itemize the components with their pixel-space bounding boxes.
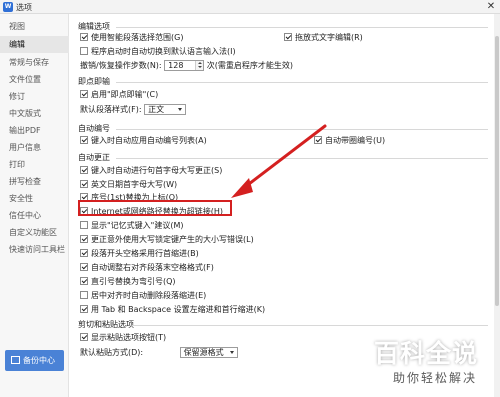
checkbox[interactable] [80, 333, 88, 341]
autocorrect-label: 更正意外使用大写锁定键产生的大小写错误(L) [91, 235, 254, 244]
default-style-label: 默认段落样式(F): [80, 105, 142, 114]
autocorrect-label: 英文日期首字母大写(W) [91, 180, 178, 189]
backup-center-label: 备份中心 [23, 356, 55, 365]
sidebar-item-customize-ribbon[interactable]: 自定义功能区 [0, 224, 69, 241]
autocorrect-option[interactable]: 段落开头空格采用行首缩进(B) [80, 248, 199, 260]
autocorrect-label: 用 Tab 和 Backspace 设置左缩进和首行缩进(K) [91, 305, 266, 314]
checkbox[interactable] [80, 90, 88, 98]
auto-list-label: 键入时自动应用自动编号列表(A) [91, 136, 207, 145]
watermark-slogan: 助你轻松解决 [377, 368, 493, 388]
title-bar: W 选项 ✕ [0, 0, 500, 14]
autocorrect-option[interactable]: 用 Tab 和 Backspace 设置左缩进和首行缩进(K) [80, 304, 265, 316]
default-paste-label: 默认粘贴方式(D): [80, 348, 144, 357]
red-arrow-annotation [231, 124, 327, 198]
click-type-option[interactable]: 启用"即点即输"(C) [80, 89, 158, 101]
autocorrect-label: 自动调整右对齐段落末空格格式(F) [91, 263, 214, 272]
default-paste-select[interactable]: 保留源格式 [179, 347, 238, 358]
sidebar-item-view[interactable]: 视图 [0, 18, 69, 35]
checkbox[interactable] [80, 33, 88, 41]
checkbox[interactable] [80, 263, 88, 271]
paste-button-option[interactable]: 显示粘贴选项按钮(T) [80, 332, 166, 344]
autocorrect-option[interactable]: 英文日期首字母大写(W) [80, 179, 177, 191]
default-paste-row: 默认粘贴方式(D): 保留源格式 [80, 347, 238, 359]
watermark-logo: 百科全说 [374, 339, 479, 368]
autocorrect-label: 直引号替换为弯引号(Q) [91, 277, 176, 286]
undo-steps-label: 撤销/恢复操作步数(N): [80, 61, 162, 70]
window-title: 选项 [16, 3, 32, 12]
auto-list-option[interactable]: 键入时自动应用自动编号列表(A) [80, 135, 207, 147]
autocorrect-label: 段落开头空格采用行首缩进(B) [91, 249, 199, 258]
sidebar-item-edit[interactable]: 编辑 [0, 36, 69, 53]
autocorrect-option[interactable]: 居中对齐时自动删除段落缩进(E) [80, 290, 206, 302]
checkbox[interactable] [80, 136, 88, 144]
autocorrect-label: 显示"记忆式键入"建议(M) [91, 221, 184, 230]
sidebar-item-file-location[interactable]: 文件位置 [0, 71, 69, 88]
checkbox[interactable] [80, 277, 88, 285]
smart-select-option[interactable]: 使用智能段落选择范围(G) [80, 32, 183, 44]
checkbox[interactable] [80, 249, 88, 257]
checkbox[interactable] [80, 291, 88, 299]
chevron-down-icon [178, 108, 183, 111]
default-style-row: 默认段落样式(F): 正文 [80, 104, 187, 116]
highlight-box [78, 200, 232, 216]
paste-button-label: 显示粘贴选项按钮(T) [91, 333, 167, 342]
autocorrect-option[interactable]: 更正意外使用大写锁定键产生的大小写错误(L) [80, 234, 254, 246]
smart-select-label: 使用智能段落选择范围(G) [91, 33, 184, 42]
autocorrect-option[interactable]: 键入时自动进行句首字母大写更正(S) [80, 165, 222, 177]
backup-center-button[interactable]: 备份中心 [5, 350, 64, 371]
section-title-click-type: 即点即输 [78, 77, 110, 86]
checkbox[interactable] [80, 166, 88, 174]
sidebar-item-output-pdf[interactable]: 输出PDF [0, 122, 69, 139]
scroll-thumb[interactable] [495, 36, 499, 306]
drag-edit-option[interactable]: 拖放式文字编辑(R) [284, 32, 363, 44]
ime-switch-option[interactable]: 程序启动时自动切换到默认语言输入法(I) [80, 46, 236, 58]
sidebar-item-revision[interactable]: 修订 [0, 88, 69, 105]
sidebar-item-spell-check[interactable]: 拼写检查 [0, 173, 69, 190]
sidebar-item-general-save[interactable]: 常规与保存 [0, 54, 69, 71]
undo-steps-note: 次(需重启程序才能生效) [206, 61, 293, 70]
click-type-label: 启用"即点即输"(C) [91, 90, 159, 99]
sidebar-item-chinese-layout[interactable]: 中文版式 [0, 105, 69, 122]
sidebar: 视图 编辑 常规与保存 文件位置 修订 中文版式 输出PDF 用户信息 打印 拼… [0, 14, 69, 397]
sidebar-item-security[interactable]: 安全性 [0, 190, 69, 207]
sidebar-item-user-info[interactable]: 用户信息 [0, 139, 69, 156]
checkbox[interactable] [284, 33, 292, 41]
autocorrect-option[interactable]: 显示"记忆式键入"建议(M) [80, 220, 184, 232]
spinner-icon[interactable] [195, 61, 204, 70]
section-title-auto-number: 自动编号 [78, 124, 110, 133]
backup-icon [11, 356, 20, 364]
chevron-down-icon [229, 351, 234, 354]
undo-steps-row: 撤销/恢复操作步数(N): 128 次(需重启程序才能生效) [80, 60, 293, 72]
autocorrect-option[interactable]: 自动调整右对齐段落末空格格式(F) [80, 262, 214, 274]
ime-switch-label: 程序启动时自动切换到默认语言输入法(I) [91, 47, 236, 56]
sidebar-item-quick-access[interactable]: 快速访问工具栏 [0, 241, 69, 258]
autocorrect-label: 居中对齐时自动删除段落缩进(E) [91, 291, 207, 300]
section-divider [132, 325, 488, 326]
checkbox[interactable] [80, 180, 88, 188]
section-title-autocorrect: 自动更正 [78, 153, 110, 162]
sidebar-item-trust-center[interactable]: 信任中心 [0, 207, 69, 224]
checkbox[interactable] [80, 305, 88, 313]
section-title-clipboard: 剪切和粘贴选项 [78, 320, 134, 329]
default-style-select[interactable]: 正文 [144, 104, 187, 115]
scrollbar[interactable] [494, 14, 500, 397]
section-divider [116, 82, 488, 83]
checkbox[interactable] [80, 235, 88, 243]
sidebar-item-print[interactable]: 打印 [0, 156, 69, 173]
checkbox[interactable] [80, 47, 88, 55]
close-button[interactable]: ✕ [484, 0, 498, 14]
drag-edit-label: 拖放式文字编辑(R) [295, 33, 363, 42]
autocorrect-option[interactable]: 直引号替换为弯引号(Q) [80, 276, 176, 288]
app-icon: W [3, 2, 13, 12]
undo-steps-input[interactable]: 128 [164, 60, 205, 71]
checkbox[interactable] [80, 221, 88, 229]
autocorrect-label: 键入时自动进行句首字母大写更正(S) [91, 166, 223, 175]
section-divider [116, 27, 488, 28]
